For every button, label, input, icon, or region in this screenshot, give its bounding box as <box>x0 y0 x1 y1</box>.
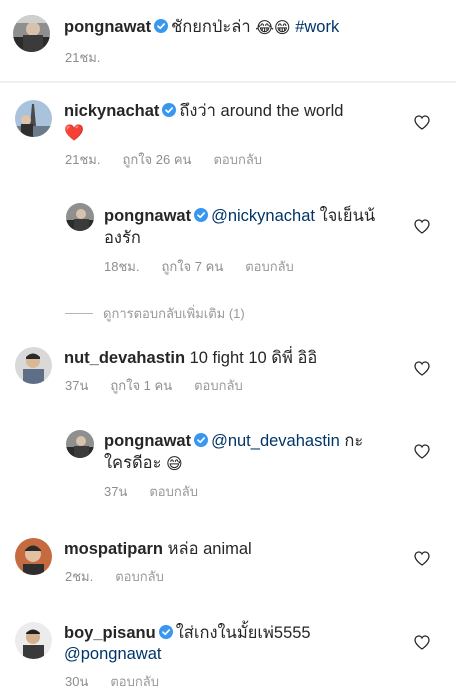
caption-emojis: 😂😁 <box>255 20 291 37</box>
comment-text: ถึงว่า around the world <box>179 102 344 120</box>
timestamp: 21ชม. <box>65 50 101 65</box>
username[interactable]: boy_pisanu <box>64 624 156 642</box>
like-heart-icon[interactable] <box>414 219 430 234</box>
avatar[interactable] <box>66 203 94 231</box>
timestamp: 21ชม. <box>65 152 101 167</box>
verified-badge-icon <box>158 625 173 639</box>
avatar[interactable] <box>13 15 50 52</box>
avatar[interactable] <box>15 622 52 659</box>
heart-emoji: ❤️ <box>64 125 84 142</box>
like-heart-icon[interactable] <box>414 115 430 130</box>
comment-line: mospatiparn หล่อ animal <box>64 539 252 560</box>
comment-meta: 37น ถูกใจ 1 คน ตอบกลับ <box>65 378 265 394</box>
verified-badge-icon <box>154 19 169 33</box>
like-heart-icon[interactable] <box>414 361 430 376</box>
reply-button[interactable]: ตอบกลับ <box>149 484 198 499</box>
mention-link[interactable]: @nut_devahastin <box>211 432 340 450</box>
avatar[interactable] <box>15 347 52 384</box>
like-count[interactable]: ถูกใจ 1 คน <box>110 378 172 393</box>
comment-text: ใส่เกงในมั้ยเพ่5555 <box>175 624 311 642</box>
view-more-replies-button[interactable]: ดูการตอบกลับเพิ่มเติม (1) <box>65 303 245 324</box>
divider <box>65 313 93 314</box>
reply-line: องรัก <box>104 228 141 249</box>
reply-button[interactable]: ตอบกลับ <box>115 569 164 584</box>
reply-button[interactable]: ตอบกลับ <box>245 259 294 274</box>
username[interactable]: nickynachat <box>64 102 159 120</box>
timestamp: 30น <box>65 674 89 689</box>
sweat-smile-emoji: 😅 <box>166 456 183 473</box>
timestamp: 37น <box>65 378 89 393</box>
reply-meta: 18ชม. ถูกใจ 7 คน ตอบกลับ <box>104 259 316 275</box>
mention-link[interactable]: @pongnawat <box>64 645 162 663</box>
username[interactable]: pongnawat <box>104 207 191 225</box>
username[interactable]: pongnawat <box>104 432 191 450</box>
like-count[interactable]: ถูกใจ 26 คน <box>122 152 191 167</box>
timestamp: 37น <box>104 484 128 499</box>
comment-line: @pongnawat <box>64 644 162 665</box>
reply-button[interactable]: ตอบกลับ <box>110 674 159 689</box>
verified-badge-icon <box>194 433 209 447</box>
like-heart-icon[interactable] <box>414 444 430 459</box>
reply-line: pongnawat @nut_devahastin กะ <box>104 431 363 452</box>
reply-button[interactable]: ตอบกลับ <box>194 378 243 393</box>
like-count[interactable]: ถูกใจ 7 คน <box>161 259 223 274</box>
comment-line: nut_devahastin 10 fight 10 ดิพี่ อิอิ <box>64 348 317 369</box>
verified-badge-icon <box>162 103 177 117</box>
divider <box>0 81 456 83</box>
reply-text: ใครดีอะ <box>104 454 162 472</box>
reply-line: ใครดีอะ 😅 <box>104 453 183 474</box>
timestamp: 2ชม. <box>65 569 94 584</box>
hashtag-link[interactable]: #work <box>295 18 339 36</box>
view-more-replies-label: ดูการตอบกลับเพิ่มเติม (1) <box>103 306 245 321</box>
reply-text: ใจเย็นน้ <box>319 207 376 225</box>
comment-line: ❤️ <box>64 122 84 143</box>
username[interactable]: nut_devahastin <box>64 349 185 367</box>
comment-meta: 2ชม. ตอบกลับ <box>65 569 186 585</box>
avatar[interactable] <box>15 538 52 575</box>
caption-text: ชักยกป่ะล่า <box>171 18 251 36</box>
comment-meta: 30น ตอบกลับ <box>65 674 181 690</box>
reply-line: pongnawat @nickynachat ใจเย็นน้ <box>104 206 375 227</box>
comment-line: nickynachat ถึงว่า around the world <box>64 101 343 122</box>
username[interactable]: pongnawat <box>64 18 151 36</box>
avatar[interactable] <box>15 100 52 137</box>
timestamp: 18ชม. <box>104 259 140 274</box>
reply-text: องรัก <box>104 229 141 247</box>
caption <box>0 0 456 80</box>
reply-text: กะ <box>344 432 364 450</box>
reply-button[interactable]: ตอบกลับ <box>213 152 262 167</box>
comment-meta: 21ชม. ถูกใจ 26 คน ตอบกลับ <box>65 152 284 168</box>
comment-text: 10 fight 10 ดิพี่ อิอิ <box>189 349 318 367</box>
caption-time: 21ชม. <box>65 50 122 66</box>
like-heart-icon[interactable] <box>414 551 430 566</box>
caption-line: pongnawat ชักยกป่ะล่า 😂😁 #work <box>64 17 339 38</box>
verified-badge-icon <box>194 208 209 222</box>
username[interactable]: mospatiparn <box>64 540 163 558</box>
mention-link[interactable]: @nickynachat <box>211 207 315 225</box>
comment-line: boy_pisanu ใส่เกงในมั้ยเพ่5555 <box>64 623 311 644</box>
like-heart-icon[interactable] <box>414 635 430 650</box>
reply-meta: 37น ตอบกลับ <box>104 484 220 500</box>
comment-text: หล่อ animal <box>167 540 252 558</box>
avatar[interactable] <box>66 430 94 458</box>
